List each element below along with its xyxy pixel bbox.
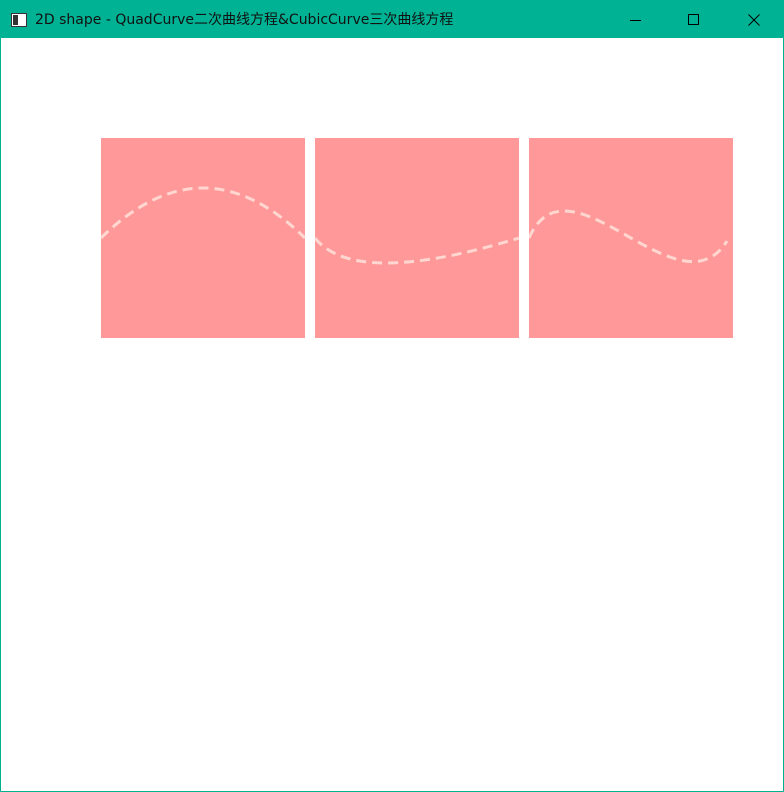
title-bar[interactable]: 2D shape - QuadCurve二次曲线方程&CubicCurve三次曲… — [1, 1, 783, 38]
pane-background — [315, 138, 519, 338]
close-icon — [748, 13, 760, 26]
cubic-curve-pane — [529, 138, 733, 338]
maximize-button[interactable] — [665, 1, 723, 38]
quad-curve-pane-1 — [101, 138, 305, 338]
pane-background — [101, 138, 305, 338]
client-area — [1, 38, 783, 791]
minimize-icon — [630, 14, 642, 26]
close-button[interactable] — [725, 1, 783, 38]
app-window: 2D shape - QuadCurve二次曲线方程&CubicCurve三次曲… — [0, 0, 784, 792]
quad-curve-pane-2 — [315, 138, 519, 338]
minimize-button[interactable] — [607, 1, 665, 38]
window-title: 2D shape - QuadCurve二次曲线方程&CubicCurve三次曲… — [35, 12, 454, 28]
maximize-icon — [688, 13, 700, 26]
app-window-icon — [11, 12, 27, 27]
